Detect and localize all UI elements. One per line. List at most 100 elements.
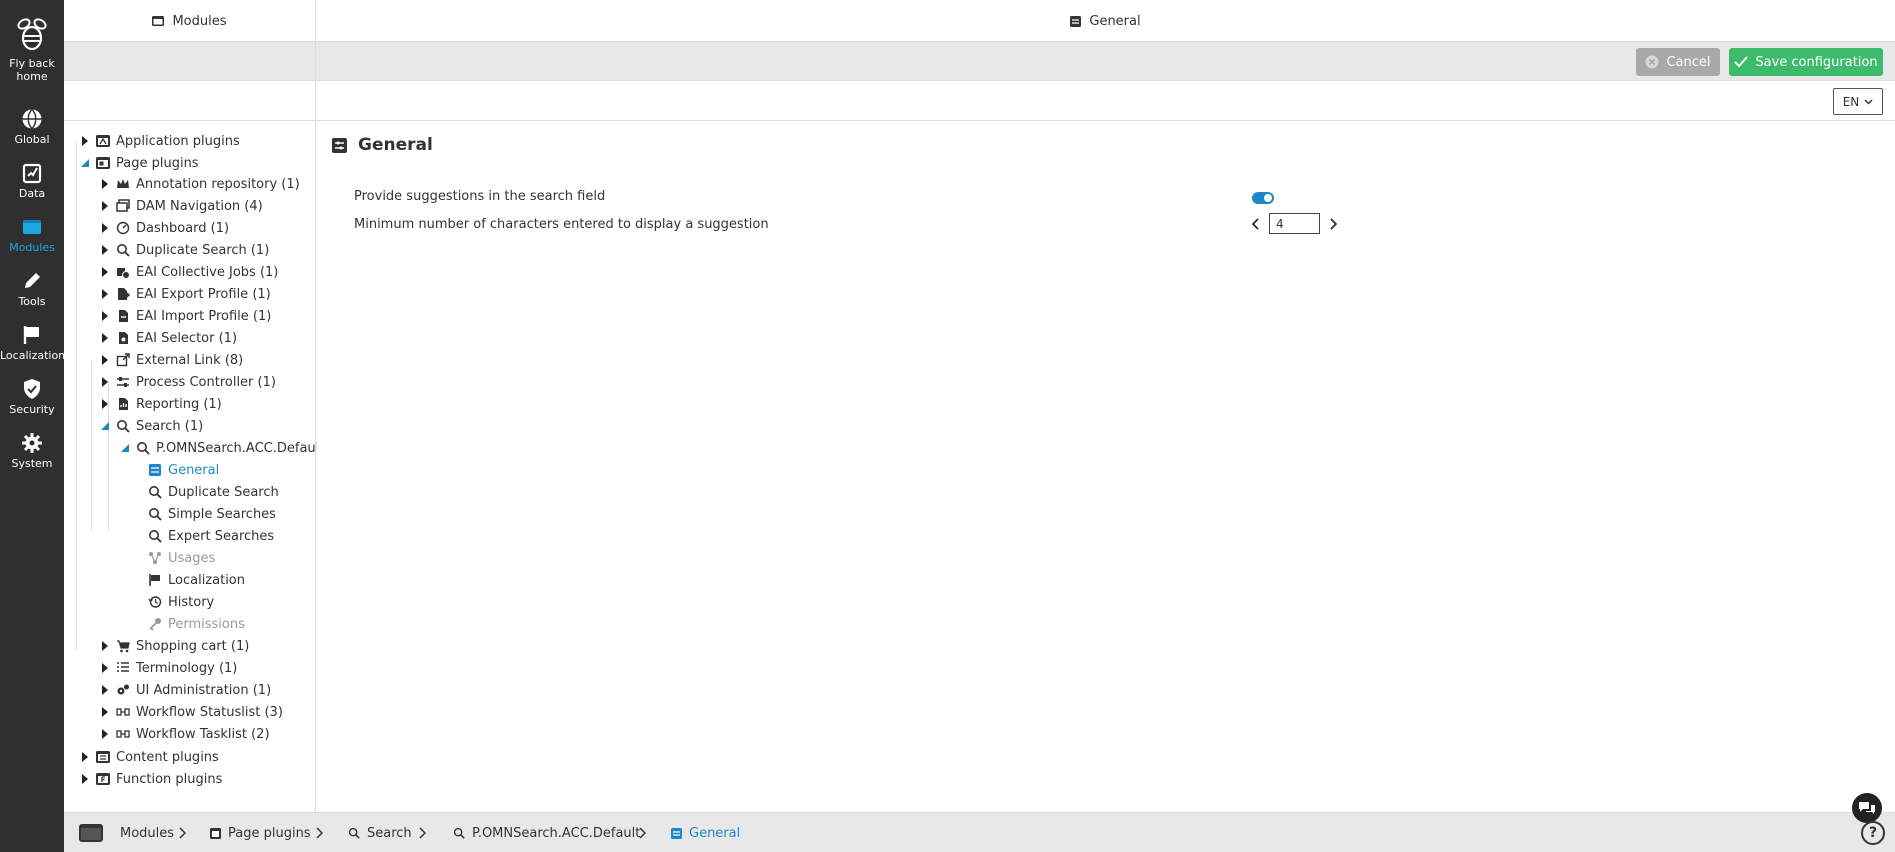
- modules-icon: [152, 16, 165, 26]
- breadcrumb-item-omnsearch[interactable]: P.OMNSearch.ACC.Default: [453, 813, 640, 852]
- top-header: Modules General: [64, 0, 1895, 42]
- chat-button[interactable]: [1852, 793, 1882, 823]
- general-settings-icon: [1070, 15, 1082, 27]
- general-settings-icon: [671, 827, 682, 839]
- tree-node-omnsearch-default[interactable]: P.OMNSearch.ACC.Default: [120, 438, 324, 458]
- rail-item-home[interactable]: Fly back home: [0, 14, 64, 83]
- tree-node-label: Workflow Tasklist (2): [136, 726, 270, 742]
- rail-item-modules[interactable]: Modules: [0, 216, 64, 254]
- rail-tools-label: Tools: [18, 295, 46, 308]
- tree-node-workflow-tasklist[interactable]: Workflow Tasklist (2): [100, 724, 270, 744]
- search-icon: [149, 486, 162, 499]
- workflow-icon: [116, 730, 130, 738]
- tree-leaf-duplicate-search[interactable]: Duplicate Search: [148, 482, 279, 502]
- save-configuration-button[interactable]: Save configuration: [1729, 48, 1883, 76]
- cancel-button[interactable]: Cancel: [1636, 48, 1720, 76]
- cogs-icon: [117, 684, 129, 695]
- checkmark-icon: [1734, 56, 1749, 68]
- tree-node-search[interactable]: Search (1): [100, 416, 203, 436]
- tree-node-eai-import-profile[interactable]: EAI Import Profile (1): [100, 306, 271, 326]
- expand-toggle[interactable]: [80, 136, 90, 146]
- tree-leaf-label: Localization: [168, 572, 245, 588]
- tree-node-label: EAI Import Profile (1): [136, 308, 272, 324]
- min-chars-label: Minimum number of characters entered to …: [354, 217, 769, 232]
- tree-node-eai-export-profile[interactable]: EAI Export Profile (1): [100, 284, 271, 304]
- rail-global-label: Global: [14, 133, 50, 146]
- breadcrumb-label: General: [689, 825, 741, 841]
- language-select[interactable]: EN: [1833, 88, 1883, 115]
- tree-leaf-simple-searches[interactable]: Simple Searches: [148, 504, 276, 524]
- chevron-right-icon: [419, 813, 426, 852]
- tree-node-process-controller[interactable]: Process Controller (1): [100, 372, 276, 392]
- file-selector-icon: [119, 332, 128, 344]
- breadcrumb-label: Modules: [120, 825, 175, 841]
- rail-item-system[interactable]: System: [0, 432, 64, 470]
- detail-panel-title: General: [1089, 13, 1141, 29]
- tree-node-label: EAI Selector (1): [136, 330, 238, 346]
- tree-leaf-usages[interactable]: Usages: [148, 548, 215, 568]
- breadcrumb-item-search[interactable]: Search: [348, 813, 412, 852]
- collapse-toggle[interactable]: [80, 158, 90, 168]
- tree-leaf-permissions[interactable]: Permissions: [148, 614, 245, 634]
- chevron-right-icon: [316, 813, 323, 852]
- usages-icon: [149, 552, 161, 564]
- tree-leaf-general[interactable]: General: [148, 460, 219, 480]
- rail-item-security[interactable]: Security: [0, 378, 64, 416]
- breadcrumb-label: Search: [367, 825, 412, 841]
- tree-node-label: Reporting (1): [136, 396, 222, 412]
- sliders-icon: [117, 377, 129, 387]
- search-icon: [453, 827, 465, 839]
- help-button[interactable]: ?: [1861, 821, 1885, 845]
- tree-node-label: Process Controller (1): [136, 374, 276, 390]
- tree-leaf-expert-searches[interactable]: Expert Searches: [148, 526, 274, 546]
- tree-node-application-plugins[interactable]: Application plugins: [80, 131, 240, 151]
- tree-node-workflow-statuslist[interactable]: Workflow Statuslist (3): [100, 702, 283, 722]
- rail-home-label-line2: home: [16, 70, 48, 83]
- tree-node-external-link[interactable]: External Link (8): [100, 350, 243, 370]
- tree-node-label: Duplicate Search (1): [136, 242, 270, 258]
- jobs-icon: [117, 268, 130, 279]
- rail-system-label: System: [11, 457, 53, 470]
- language-bar: EN: [64, 81, 1895, 121]
- suggestions-toggle[interactable]: [1252, 192, 1274, 204]
- tree-node-label: DAM Navigation (4): [136, 198, 263, 214]
- breadcrumb-item-page-plugins[interactable]: Page plugins: [210, 813, 311, 852]
- tree-node-annotation-repository[interactable]: Annotation repository (1): [100, 174, 300, 194]
- stacked-windows-icon: [116, 199, 130, 212]
- tree-leaf-history[interactable]: History: [148, 592, 214, 612]
- tree-leaf-localization[interactable]: Localization: [148, 570, 245, 590]
- tree-leaf-label: Expert Searches: [168, 528, 275, 544]
- tree-node-dashboard[interactable]: Dashboard (1): [100, 218, 229, 238]
- tree-node-label: External Link (8): [136, 352, 244, 368]
- rail-item-tools[interactable]: Tools: [0, 270, 64, 308]
- min-chars-input[interactable]: 4: [1269, 213, 1320, 234]
- cart-icon: [117, 640, 130, 653]
- tree-node-duplicate-search[interactable]: Duplicate Search (1): [100, 240, 269, 260]
- tree-node-function-plugins[interactable]: Function plugins: [80, 769, 222, 789]
- tree-node-eai-selector[interactable]: EAI Selector (1): [100, 328, 237, 348]
- flag-icon: [149, 574, 160, 586]
- tree-node-page-plugins[interactable]: Page plugins: [80, 153, 199, 173]
- search-icon: [117, 244, 130, 257]
- main-navigation-rail: Fly back home Global Data Modules Tools: [0, 0, 65, 852]
- tree-node-ui-administration[interactable]: UI Administration (1): [100, 680, 271, 700]
- rail-item-data[interactable]: Data: [0, 162, 64, 200]
- breadcrumb-item-general[interactable]: General: [671, 813, 740, 852]
- tree-node-terminology[interactable]: Terminology (1): [100, 658, 237, 678]
- close-circle-icon: [1645, 55, 1659, 69]
- tree-node-shopping-cart[interactable]: Shopping cart (1): [100, 636, 249, 656]
- rail-security-label: Security: [9, 403, 55, 416]
- rail-item-global[interactable]: Global: [0, 108, 64, 146]
- content-plugin-icon: [96, 751, 110, 763]
- chevron-left-icon[interactable]: [1251, 217, 1259, 230]
- tree-node-reporting[interactable]: Reporting (1): [100, 394, 222, 414]
- breadcrumb-item-modules[interactable]: Modules: [79, 813, 174, 852]
- tree-node-dam-navigation[interactable]: DAM Navigation (4): [100, 196, 263, 216]
- chevron-right-icon[interactable]: [1330, 217, 1338, 230]
- tree-node-content-plugins[interactable]: Content plugins: [80, 747, 219, 767]
- modules-icon: [79, 824, 103, 842]
- rail-item-localization[interactable]: Localization: [0, 324, 65, 362]
- tree-guide-line: [91, 361, 92, 531]
- tree-node-label: Content plugins: [116, 749, 219, 765]
- tree-node-eai-collective-jobs[interactable]: EAI Collective Jobs (1): [100, 262, 278, 282]
